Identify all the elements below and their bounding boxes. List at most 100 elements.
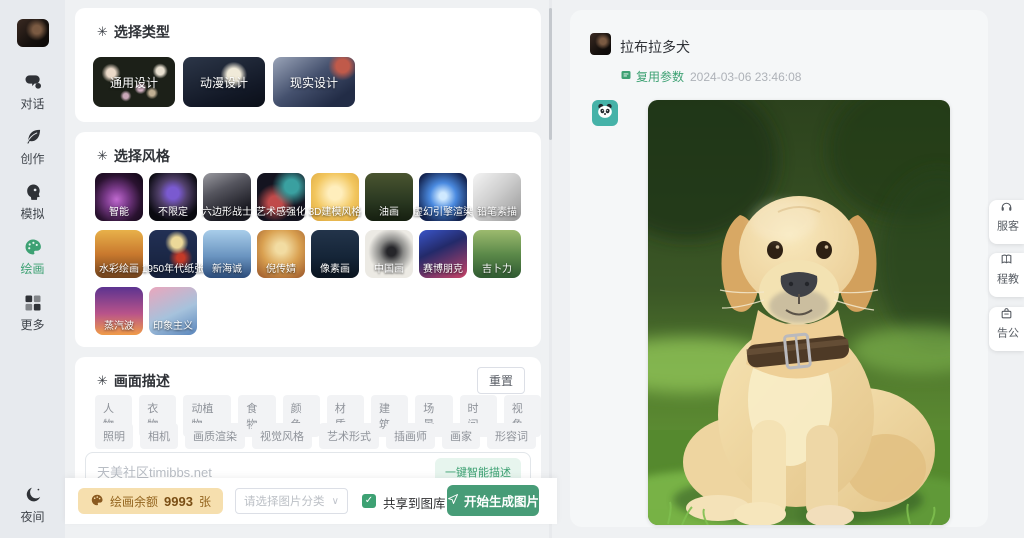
style-tile[interactable]: 1950年代纸张 [149, 230, 197, 278]
palette-icon [90, 493, 104, 510]
sidebar-item-chat[interactable]: 对话 [0, 72, 65, 112]
sidebar-item-paint[interactable]: 绘画 [0, 237, 65, 277]
sidebar-item-create[interactable]: 创作 [0, 127, 65, 167]
headset-icon [1000, 200, 1013, 218]
balance-pill[interactable]: 绘画余额 9993 张 [78, 488, 223, 514]
style-tile[interactable]: 赛博朋克 [419, 230, 467, 278]
style-tile-label: 油画 [379, 203, 399, 218]
announcement-tab[interactable]: 公告 [989, 307, 1024, 351]
balance-label: 绘画余额 [110, 493, 158, 510]
style-section-card: ✳ 选择风格 智能 不限定 六边形战士 艺术感强化 3D建模风格 油画 虚幻引擎… [75, 132, 541, 347]
style-tile-label: 新海诚 [212, 260, 242, 275]
style-tile-label: 1950年代纸张 [142, 260, 204, 275]
style-tile[interactable]: 六边形战士 [203, 173, 251, 221]
style-tile-label: 六边形战士 [202, 203, 252, 218]
user-avatar [590, 33, 611, 55]
moon-icon [0, 485, 65, 505]
sidebar-item-label: 模拟 [0, 205, 65, 222]
send-icon [447, 493, 459, 508]
type-section-title: ✳ 选择类型 [97, 22, 170, 42]
reuse-params-button[interactable]: 复用参数 [620, 68, 684, 85]
scrollbar-thumb[interactable] [549, 8, 552, 140]
reset-button[interactable]: 重置 [477, 367, 525, 394]
generate-image-button[interactable]: 开始生成图片 [447, 485, 539, 516]
prompt-title: 拉布拉多犬 [620, 37, 690, 57]
palette-icon [0, 237, 65, 257]
style-tile[interactable]: 铅笔素描 [473, 173, 521, 221]
asterisk-icon: ✳ [97, 24, 108, 40]
panda-icon [595, 101, 615, 126]
style-tile[interactable]: 虚幻引擎渲染 [419, 173, 467, 221]
prompt-tag[interactable]: 插画师 [386, 423, 435, 449]
type-section-card: ✳ 选择类型 通用设计 动漫设计 现实设计 [75, 8, 541, 122]
style-tile-label: 艺术感强化 [256, 203, 306, 218]
describe-section-title: ✳ 画面描述 [97, 371, 170, 391]
style-tile[interactable]: 不限定 [149, 173, 197, 221]
type-tile-label: 动漫设计 [200, 74, 248, 91]
prompt-tag[interactable]: 形容词 [487, 423, 536, 449]
style-tile[interactable]: 蒸汽波 [95, 287, 143, 335]
feather-icon [0, 127, 65, 147]
tab-label: 教程 [996, 273, 1018, 297]
style-tile[interactable]: 倪传婧 [257, 230, 305, 278]
head-icon [0, 182, 65, 202]
avatar[interactable] [17, 19, 49, 47]
type-tile-row: 通用设计 动漫设计 现实设计 [93, 57, 355, 107]
tutorial-tab[interactable]: 教程 [989, 253, 1024, 297]
style-tile[interactable]: 艺术感强化 [257, 173, 305, 221]
asterisk-icon: ✳ [97, 373, 108, 389]
grid-icon [0, 293, 65, 313]
prompt-tag[interactable]: 照明 [95, 423, 133, 449]
style-tile[interactable]: 水彩绘画 [95, 230, 143, 278]
sidebar-item-label: 绘画 [0, 260, 65, 277]
style-tile[interactable]: 印象主义 [149, 287, 197, 335]
style-tile[interactable]: 中国画 [365, 230, 413, 278]
style-tile[interactable]: 新海诚 [203, 230, 251, 278]
style-tile-label: 印象主义 [153, 317, 193, 332]
footer-bar: 绘画余额 9993 张 请选择图片分类 ∨ ✓ 共享到图库 开始生成图片 [65, 478, 557, 524]
balance-unit: 张 [199, 493, 211, 510]
tab-label: 公告 [996, 327, 1018, 351]
tag-row-2: 照明相机画质渲染视觉风格艺术形式插画师画家形容词 [95, 423, 536, 449]
style-tile-label: 蒸汽波 [104, 317, 134, 332]
copy-params-icon [620, 69, 632, 84]
prompt-tag[interactable]: 画质渲染 [185, 423, 245, 449]
style-tile-label: 赛博朋克 [423, 260, 463, 275]
type-tile-general[interactable]: 通用设计 [93, 57, 175, 107]
image-category-select[interactable]: 请选择图片分类 ∨ [235, 488, 348, 514]
style-tile[interactable]: 吉卜力 [473, 230, 521, 278]
result-panel: 拉布拉多犬 复用参数 2024-03-06 23:46:08 [570, 10, 988, 527]
share-to-gallery-label: 共享到图库 [383, 493, 446, 512]
sidebar-item-more[interactable]: 更多 [0, 293, 65, 333]
customer-service-tab[interactable]: 客服 [989, 200, 1024, 244]
sidebar: 对话 创作 模拟 绘画 更多 夜间 [0, 0, 65, 538]
book-icon [1000, 253, 1013, 271]
sidebar-item-night-mode[interactable]: 夜间 [0, 485, 65, 525]
style-tile[interactable]: 油画 [365, 173, 413, 221]
prompt-tag[interactable]: 相机 [140, 423, 178, 449]
type-tile-label: 通用设计 [110, 74, 158, 91]
bot-avatar [592, 100, 618, 126]
type-tile-realistic[interactable]: 现实设计 [273, 57, 355, 107]
style-tile[interactable]: 3D建模风格 [311, 173, 359, 221]
sidebar-item-label: 对话 [0, 95, 65, 112]
style-tile[interactable]: 像素画 [311, 230, 359, 278]
prompt-tag[interactable]: 艺术形式 [319, 423, 379, 449]
style-tile-label: 3D建模风格 [309, 203, 362, 218]
style-tile-label: 智能 [109, 203, 129, 218]
style-grid: 智能 不限定 六边形战士 艺术感强化 3D建模风格 油画 虚幻引擎渲染 铅笔素描… [95, 173, 521, 335]
prompt-tag[interactable]: 画家 [442, 423, 480, 449]
share-to-gallery-checkbox[interactable]: ✓ [362, 494, 376, 508]
style-tile-label: 铅笔素描 [477, 203, 517, 218]
prompt-tag[interactable]: 视觉风格 [252, 423, 312, 449]
style-tile[interactable]: 智能 [95, 173, 143, 221]
announcement-icon [1000, 307, 1013, 325]
tab-label: 客服 [996, 220, 1018, 244]
generated-dog-image[interactable] [648, 100, 950, 525]
sidebar-item-label: 更多 [0, 316, 65, 333]
sidebar-item-simulate[interactable]: 模拟 [0, 182, 65, 222]
type-tile-anime[interactable]: 动漫设计 [183, 57, 265, 107]
style-tile-label: 中国画 [374, 260, 404, 275]
chevron-down-icon: ∨ [332, 496, 339, 507]
style-tile-label: 倪传婧 [266, 260, 296, 275]
